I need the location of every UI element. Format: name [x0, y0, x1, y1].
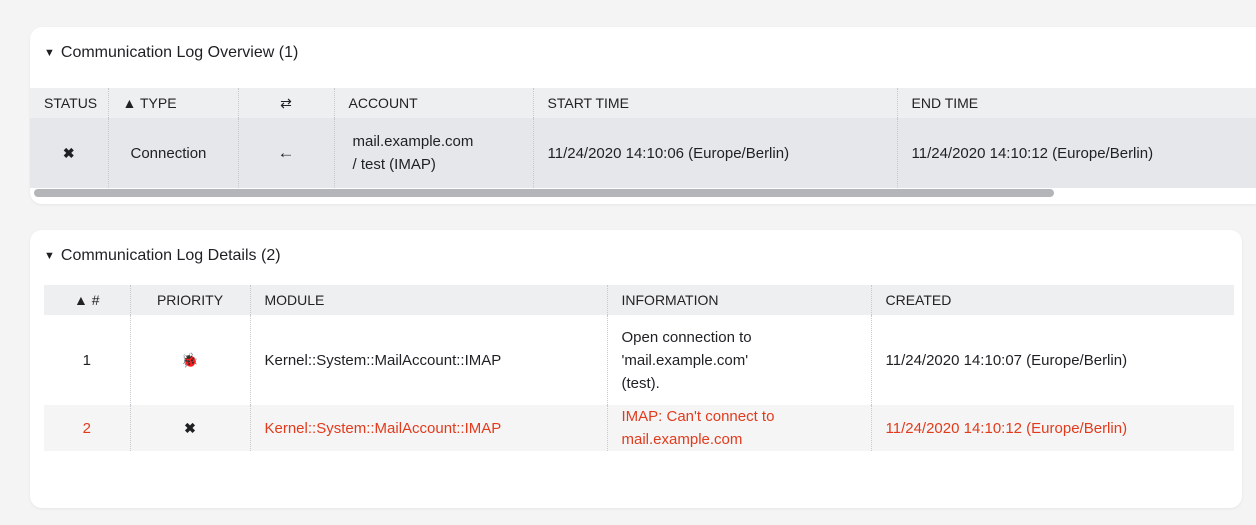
- column-account[interactable]: ACCOUNT: [333, 88, 533, 118]
- column-number[interactable]: ▲ #: [44, 285, 130, 315]
- overview-table: STATUS ▲ TYPE ⇄ ACCOUNT START TIME END T…: [30, 88, 1256, 188]
- number-cell: 2: [44, 405, 130, 451]
- information-line: 'mail.example.com': [621, 351, 749, 369]
- column-direction[interactable]: ⇄: [237, 88, 334, 118]
- information-cell: IMAP: Can't connect to mail.example.com: [606, 405, 871, 451]
- status-cell: ✖: [30, 118, 108, 188]
- table-row[interactable]: 1 🐞 Kernel::System::MailAccount::IMAP Op…: [44, 315, 1234, 405]
- failed-x-icon: ✖: [62, 144, 75, 161]
- information-line: (test).: [621, 374, 660, 392]
- incoming-arrow-icon: ←: [277, 143, 295, 162]
- number-cell: 1: [44, 315, 130, 405]
- overview-table-scroll[interactable]: STATUS ▲ TYPE ⇄ ACCOUNT START TIME END T…: [30, 88, 1256, 195]
- type-cell: Connection: [107, 118, 238, 188]
- debug-bug-icon: 🐞: [181, 351, 199, 368]
- account-line: / test (IMAP): [352, 156, 436, 173]
- column-created[interactable]: CREATED: [870, 285, 1234, 315]
- information-line: mail.example.com: [621, 431, 743, 448]
- communication-log-details-panel: ▼ Communication Log Details (2) ▲ # PRIOR…: [30, 230, 1242, 508]
- horizontal-scrollbar[interactable]: [34, 189, 1054, 197]
- start-time-cell: 11/24/2020 14:10:06 (Europe/Berlin): [532, 118, 897, 188]
- direction-arrows-icon: ⇄: [280, 94, 292, 111]
- table-row[interactable]: 2 ✖ Kernel::System::MailAccount::IMAP IM…: [44, 405, 1234, 451]
- details-title: Communication Log Details (2): [60, 247, 281, 264]
- column-end-time[interactable]: END TIME: [896, 88, 1256, 118]
- module-cell: Kernel::System::MailAccount::IMAP: [249, 405, 607, 451]
- column-priority[interactable]: PRIORITY: [129, 285, 250, 315]
- caret-down-icon: ▼: [44, 47, 55, 59]
- overview-panel-toggle[interactable]: ▼ Communication Log Overview (1): [44, 44, 298, 62]
- information-cell: Open connection to 'mail.example.com' (t…: [606, 315, 871, 405]
- communication-log-overview-panel: ▼ Communication Log Overview (1) STATUS ▲…: [30, 27, 1256, 204]
- module-cell: Kernel::System::MailAccount::IMAP: [249, 315, 607, 405]
- account-line: mail.example.com: [352, 133, 474, 150]
- information-line: Open connection to: [621, 328, 752, 346]
- column-type[interactable]: ▲ TYPE: [107, 88, 238, 118]
- table-row[interactable]: ✖ Connection ← mail.example.com / test (…: [30, 118, 1256, 188]
- priority-cell: 🐞: [129, 315, 250, 405]
- caret-down-icon: ▼: [44, 250, 55, 262]
- end-time-cell: 11/24/2020 14:10:12 (Europe/Berlin): [896, 118, 1256, 188]
- column-module[interactable]: MODULE: [249, 285, 607, 315]
- column-information[interactable]: INFORMATION: [606, 285, 871, 315]
- column-start-time[interactable]: START TIME: [532, 88, 897, 118]
- column-status[interactable]: STATUS: [30, 88, 108, 118]
- details-table: ▲ # PRIORITY MODULE INFORMATION CREATED …: [44, 285, 1234, 451]
- priority-cell: ✖: [129, 405, 250, 451]
- created-cell: 11/24/2020 14:10:07 (Europe/Berlin): [870, 315, 1234, 405]
- details-panel-toggle[interactable]: ▼ Communication Log Details (2): [44, 247, 281, 265]
- information-line: IMAP: Can't connect to: [621, 408, 775, 425]
- account-cell: mail.example.com / test (IMAP): [333, 118, 533, 188]
- overview-title: Communication Log Overview (1): [60, 44, 299, 61]
- direction-cell: ←: [237, 118, 334, 188]
- created-cell: 11/24/2020 14:10:12 (Europe/Berlin): [870, 405, 1234, 451]
- error-x-icon: ✖: [184, 419, 196, 436]
